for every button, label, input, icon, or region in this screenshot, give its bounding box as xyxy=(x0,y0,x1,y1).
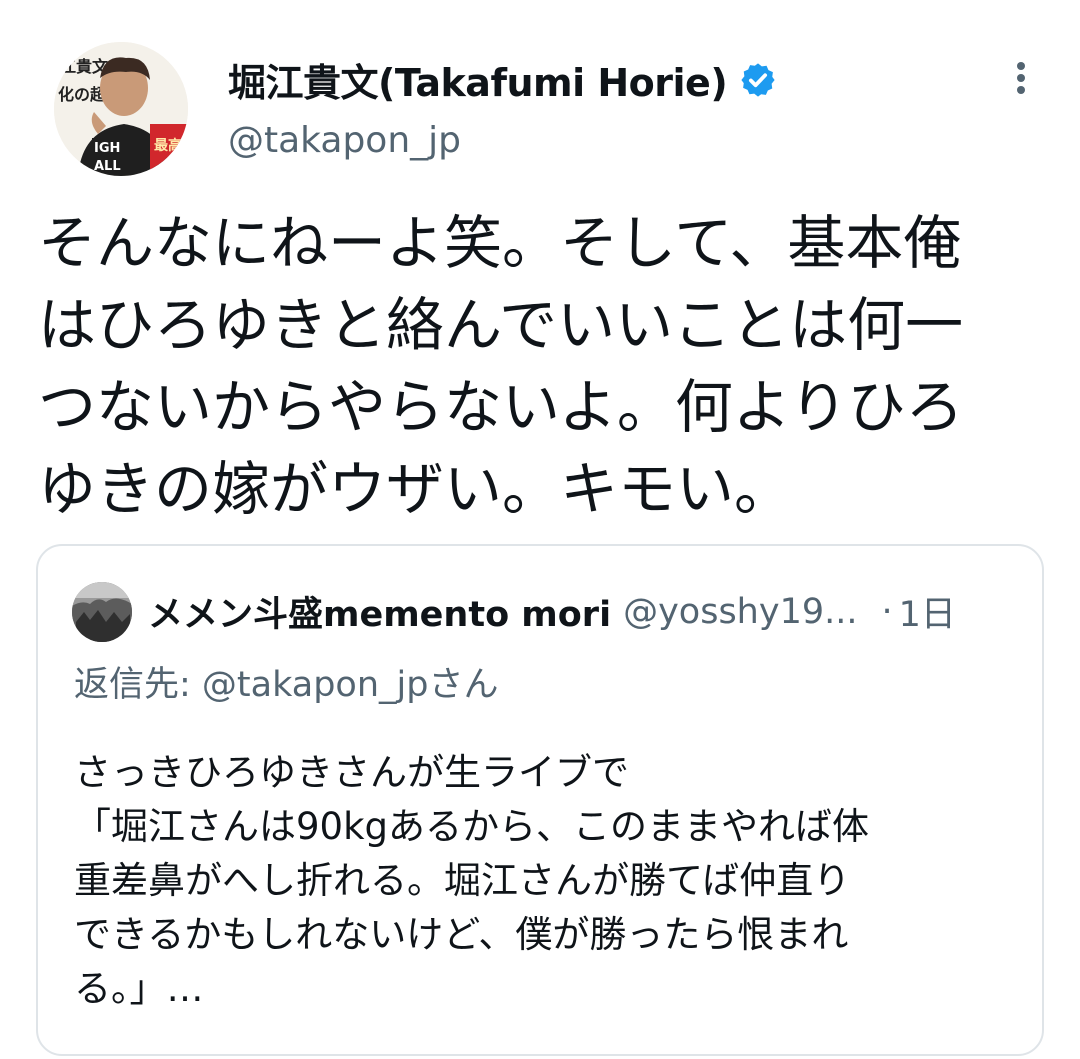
quoted-text-line: できるかもしれないけど、僕が勝ったら恨まれ xyxy=(74,913,849,956)
more-options-button[interactable] xyxy=(1006,58,1036,98)
avatar-shirt-text-2: ALL xyxy=(94,159,121,174)
author-handle[interactable]: @takapon_jp xyxy=(228,120,461,161)
avatar-shirt-text-1: IGH xyxy=(94,141,120,156)
quoted-header: メメン斗盛memento mori @yosshy19... · 1日 xyxy=(148,586,1014,637)
quoted-text-line: 「堀江さんは90kgあるから、このままやれば体 xyxy=(74,805,869,848)
more-options-icon xyxy=(1017,62,1025,94)
tweet-text-line: つないからやらないよ。何よりひろ xyxy=(38,373,964,441)
tweet-text-line: はひろゆきと絡んでいいことは何一 xyxy=(38,291,964,359)
avatar-book-text-2: 化の超 xyxy=(58,85,107,104)
quoted-handle[interactable]: @yosshy19... xyxy=(623,592,857,632)
reply-to-line: 返信先: @takapon_jpさん xyxy=(74,665,499,705)
quoted-tweet-card[interactable]: メメン斗盛memento mori @yosshy19... · 1日 返信先:… xyxy=(36,544,1044,1056)
author-avatar[interactable]: 江貴文 化の超 IGH ALL 最高 xyxy=(54,42,188,176)
quoted-timestamp[interactable]: 1日 xyxy=(899,586,956,637)
tweet-text: そんなにねーよ笑。そして、基本俺 はひろゆきと絡んでいいことは何一 つないからや… xyxy=(38,202,1058,530)
tweet-text-line: ゆきの嫁がウザい。キモい。 xyxy=(38,455,793,523)
quoted-author-avatar[interactable] xyxy=(72,582,132,642)
tweet-text-line: そんなにねーよ笑。そして、基本俺 xyxy=(38,209,962,277)
author-display-name[interactable]: 堀江貴文(Takafumi Horie) xyxy=(228,52,728,107)
quoted-display-name[interactable]: メメン斗盛memento mori xyxy=(148,586,611,637)
separator-dot: · xyxy=(881,591,893,632)
verified-badge-icon xyxy=(741,62,775,97)
quoted-text-line: 重差鼻がへし折れる。堀江さんが勝てば仲直り xyxy=(74,859,851,902)
quoted-text-line: さっきひろゆきさんが生ライブで xyxy=(74,751,629,794)
quoted-tweet-text: さっきひろゆきさんが生ライブで 「堀江さんは90kgあるから、このままやれば体 … xyxy=(74,746,1014,1016)
author-name-row: 堀江貴文(Takafumi Horie) xyxy=(228,52,777,107)
quoted-text-line: る。」… xyxy=(74,967,204,1010)
avatar-badge-text: 最高 xyxy=(154,137,182,154)
